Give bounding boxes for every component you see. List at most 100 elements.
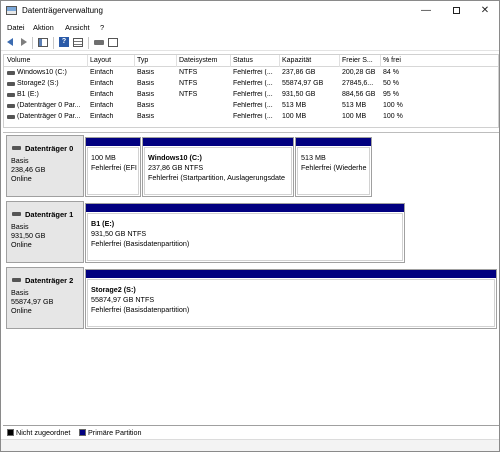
cell-status: Fehlerfrei (... [233,113,273,120]
partition-status: Fehlerfrei (Wiederhe [301,163,367,172]
cell-dateisystem: NTFS [179,91,198,98]
partition-disk0-efi[interactable]: 100 MB Fehlerfrei (EFI [85,137,141,197]
disk-type: Basis [11,288,29,297]
cell-layout: Einfach [90,113,114,120]
disk-status: Online [11,174,32,183]
partition-name: B1 (E:) [91,219,115,228]
minimize-button[interactable]: — [412,2,440,20]
forward-arrow-icon [21,38,27,46]
column-typ[interactable]: Typ [137,57,148,64]
console-tree-icon [38,38,48,47]
help-icon: ? [59,37,69,47]
partition-disk0-recovery[interactable]: 513 MB Fehlerfrei (Wiederhe [295,137,372,197]
primary-partition-bar [143,138,293,146]
cell-volume: Windows10 (C:) [17,69,67,76]
disk-0-label[interactable]: Datenträger 0 Basis 238,46 GB Online [6,135,84,197]
forward-button[interactable] [18,37,29,48]
partition-body: Windows10 (C:) 237,86 GB NTFS Fehlerfrei… [144,147,292,195]
column-divider[interactable] [230,55,231,67]
help-button[interactable]: ? [59,37,70,48]
cell-volume: (Datenträger 0 Par... [17,102,81,109]
volume-list-header: Volume Layout Typ Dateisystem Status Kap… [4,55,498,67]
volume-icon [7,82,15,86]
volume-icon [7,93,15,97]
partition-storage2[interactable]: Storage2 (S:) 55874,97 GB NTFS Fehlerfre… [85,269,497,329]
cell-typ: Basis [137,69,155,76]
properties-icon [108,38,118,47]
column-freier-speicher[interactable]: Freier S... [342,57,373,64]
partition-windows10[interactable]: Windows10 (C:) 237,86 GB NTFS Fehlerfrei… [142,137,294,197]
toolbar-separator [32,37,33,49]
disk-icon [12,278,21,282]
console-tree-button[interactable] [38,37,49,48]
disk-size: 931,50 GB [11,231,46,240]
disk-2-label[interactable]: Datenträger 2 Basis 55874,97 GB Online [6,267,84,329]
primary-partition-bar [86,204,404,212]
menu-help[interactable]: ? [100,23,104,32]
maximize-button[interactable] [442,2,470,20]
menu-aktion[interactable]: Aktion [33,23,54,32]
toolbar-separator [88,37,89,49]
volume-list: Volume Layout Typ Dateisystem Status Kap… [3,54,499,128]
column-prozent-frei[interactable]: % frei [383,57,401,64]
toolbar-separator [53,37,54,49]
close-button[interactable]: ✕ [471,2,499,20]
column-status[interactable]: Status [233,57,253,64]
legend-primary-partition: Primäre Partition [88,428,142,437]
column-divider[interactable] [279,55,280,67]
list-view-icon [73,38,83,47]
cell-freier-speicher: 100 MB [342,113,367,120]
cell-prozent-frei: 100 % [383,113,403,120]
partition-body: 100 MB Fehlerfrei (EFI [87,147,139,195]
cell-dateisystem: NTFS [179,80,198,87]
cell-layout: Einfach [90,91,114,98]
legend: Nicht zugeordnet Primäre Partition [3,425,499,437]
cell-freier-speicher: 200,28 GB [342,69,376,76]
table-row[interactable]: B1 (E:) Einfach Basis NTFS Fehlerfrei (.… [4,90,498,100]
table-row[interactable]: Storage2 (S:) Einfach Basis NTFS Fehlerf… [4,79,498,89]
column-divider[interactable] [134,55,135,67]
partition-b1[interactable]: B1 (E:) 931,50 GB NTFS Fehlerfrei (Basis… [85,203,405,263]
cell-freier-speicher: 27845,6... [342,80,374,87]
column-dateisystem[interactable]: Dateisystem [179,57,218,64]
back-button[interactable] [5,37,16,48]
cell-volume: (Datenträger 0 Par... [17,113,81,120]
column-kapazitaet[interactable]: Kapazität [282,57,311,64]
disk-type: Basis [11,156,29,165]
properties-button[interactable] [108,37,119,48]
disk-status: Online [11,306,32,315]
cell-kapazitaet: 55874,97 GB [282,80,324,87]
cell-kapazitaet: 100 MB [282,113,307,120]
disk-1-label[interactable]: Datenträger 1 Basis 931,50 GB Online [6,201,84,263]
disk-management-app-icon [6,6,17,15]
table-row[interactable]: (Datenträger 0 Par... Einfach Basis Fehl… [4,112,498,122]
column-divider[interactable] [339,55,340,67]
cell-dateisystem: NTFS [179,69,198,76]
cell-volume: Storage2 (S:) [17,80,59,87]
column-layout[interactable]: Layout [90,57,111,64]
menu-datei[interactable]: Datei [7,23,25,32]
table-row[interactable]: (Datenträger 0 Par... Einfach Basis Fehl… [4,101,498,111]
disk-button[interactable] [94,37,105,48]
menu-ansicht[interactable]: Ansicht [65,23,90,32]
cell-prozent-frei: 50 % [383,80,399,87]
cell-freier-speicher: 513 MB [342,102,367,109]
disk-size: 238,46 GB [11,165,46,174]
disk-icon [94,40,104,45]
legend-unallocated: Nicht zugeordnet [16,428,71,437]
column-divider[interactable] [380,55,381,67]
column-divider[interactable] [87,55,88,67]
primary-partition-swatch [79,429,86,436]
maximize-icon [452,6,460,14]
list-view-button[interactable] [73,37,84,48]
disk-type: Basis [11,222,29,231]
cell-status: Fehlerfrei (... [233,69,273,76]
column-divider[interactable] [176,55,177,67]
column-volume[interactable]: Volume [7,57,30,64]
cell-status: Fehlerfrei (... [233,80,273,87]
disk-icon [12,146,21,150]
partition-status: Fehlerfrei (EFI [91,163,137,172]
partition-body: Storage2 (S:) 55874,97 GB NTFS Fehlerfre… [87,279,495,327]
table-row[interactable]: Windows10 (C:) Einfach Basis NTFS Fehler… [4,68,498,78]
cell-status: Fehlerfrei (... [233,102,273,109]
